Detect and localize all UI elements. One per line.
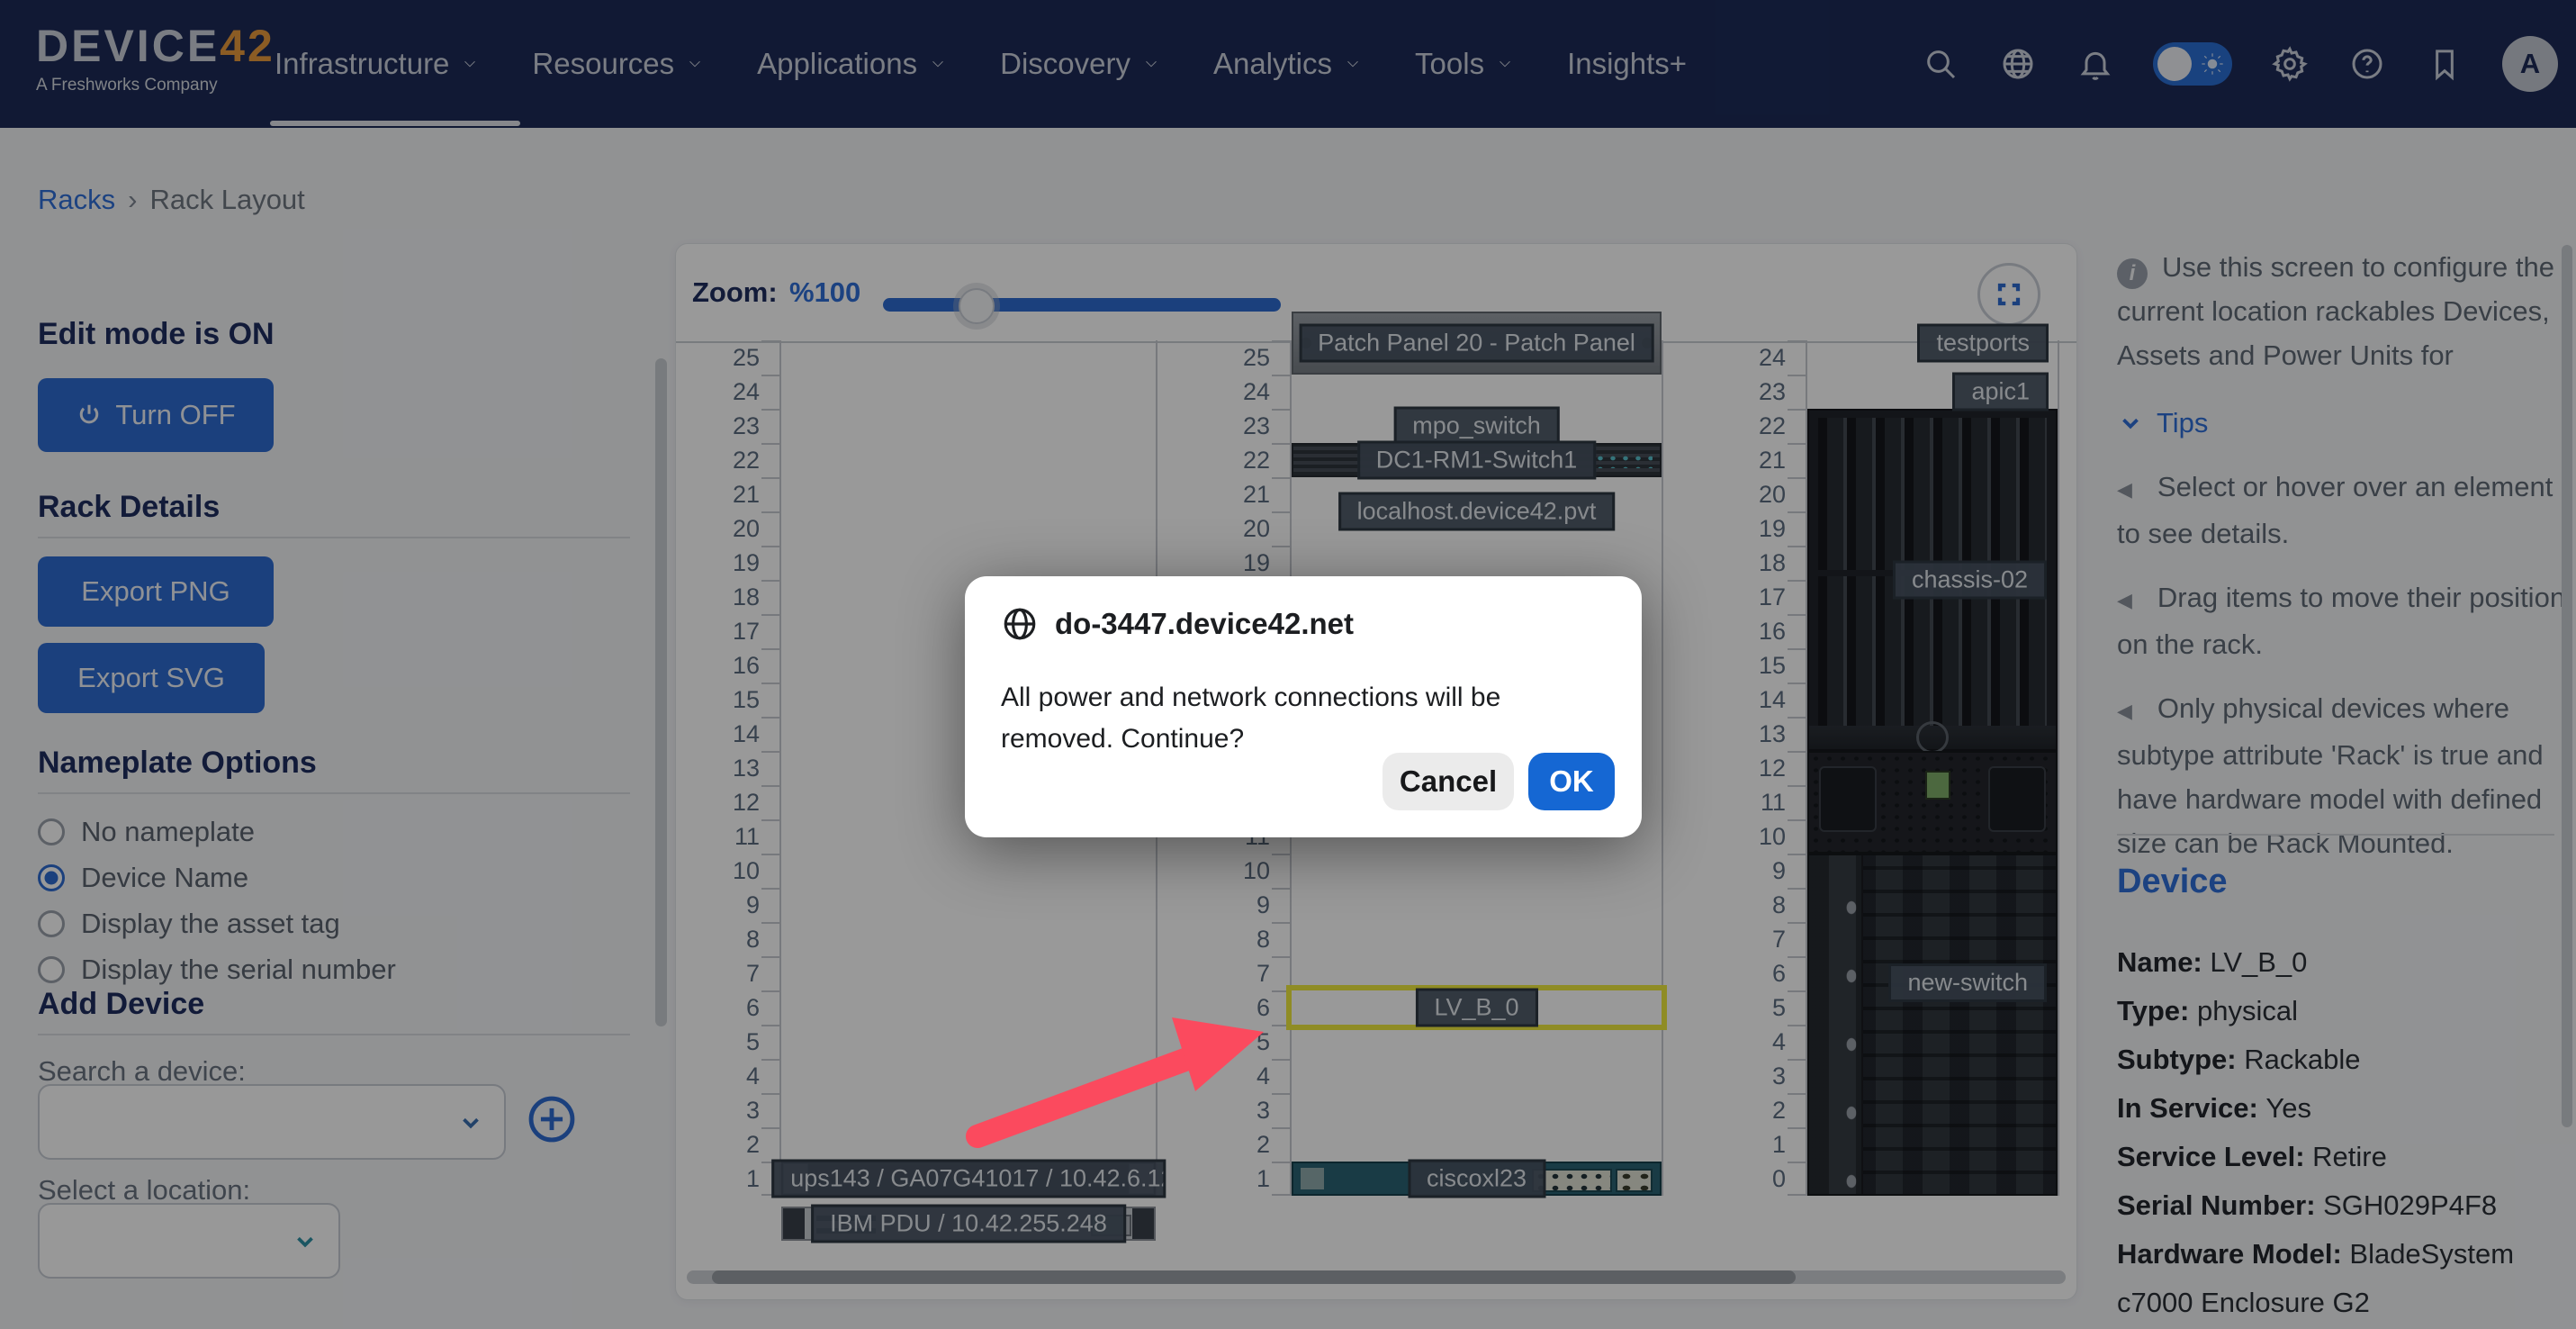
dialog-message: All power and network connections will b… xyxy=(1001,677,1595,760)
confirm-dialog: do-3447.device42.net All power and netwo… xyxy=(965,576,1642,837)
globe-icon xyxy=(1001,605,1039,643)
dialog-title: do-3447.device42.net xyxy=(1055,607,1354,641)
ok-button[interactable]: OK xyxy=(1528,753,1615,810)
page: DEVICE42 A Freshworks Company Infrastruc… xyxy=(0,0,2576,1329)
cancel-button[interactable]: Cancel xyxy=(1383,753,1514,810)
